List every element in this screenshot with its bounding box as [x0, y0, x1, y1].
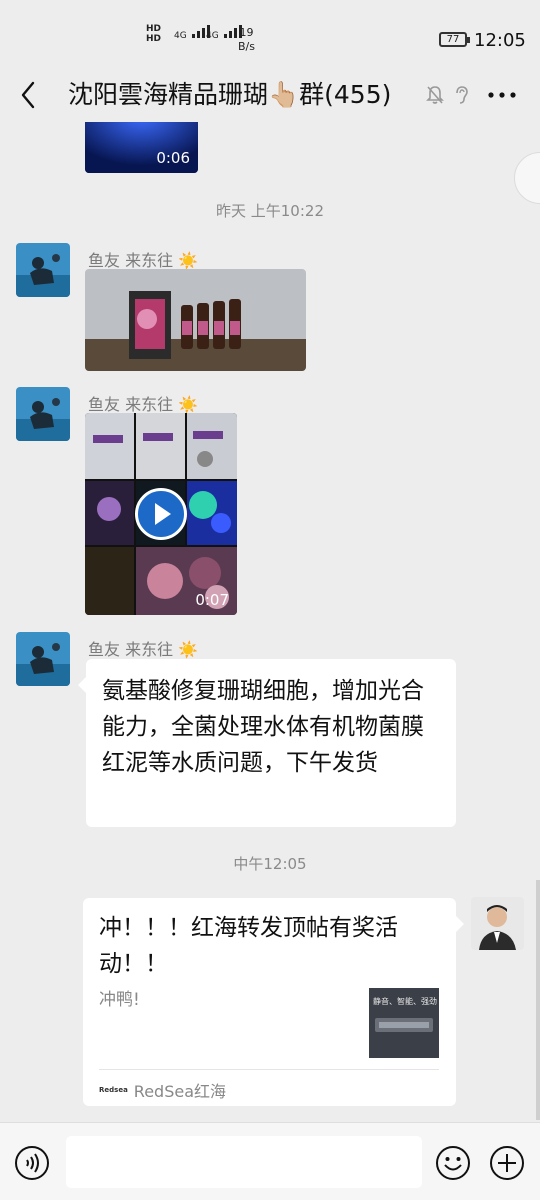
message-text: 氨基酸修复珊瑚细胞，增加光合能力，全菌处理水体有机物菌膜红泥等水质问题，下午发货: [102, 678, 424, 776]
timestamp: 昨天 上午10:22: [216, 202, 324, 220]
network-speed: 19 B/s: [238, 26, 255, 53]
sender-name: 鱼友 来东往 ☀️: [88, 251, 199, 270]
play-icon[interactable]: [135, 488, 187, 540]
image-message[interactable]: [85, 269, 306, 371]
input-bar: [0, 1122, 540, 1200]
redsea-logo-icon: Redsea: [99, 1086, 128, 1094]
link-card-message[interactable]: 冲！！！红海转发顶帖有奖活动！！ 冲鸭! 静音、智能、强劲 Redsea Red…: [83, 898, 464, 1106]
emoji-icon[interactable]: [435, 1145, 471, 1181]
status-bar: HD HD 4G 4G 19 B/s 77 12:05: [0, 0, 540, 70]
link-card-title: 冲！！！红海转发顶帖有奖活动！！: [99, 915, 398, 977]
network-indicator-1: HD HD: [146, 24, 162, 44]
battery-icon: 77: [439, 32, 470, 47]
clock: 12:05: [474, 30, 526, 51]
scrollbar[interactable]: [536, 880, 540, 1120]
video-duration: 0:07: [195, 591, 229, 609]
message-input[interactable]: [66, 1136, 422, 1188]
plus-icon[interactable]: [489, 1145, 525, 1181]
chat-messages[interactable]: 0:06 昨天 上午10:22 鱼友 来东往 ☀️ 鱼友 来东往 ☀️ 0:07…: [0, 122, 540, 1122]
avatar[interactable]: [16, 632, 70, 686]
timestamp: 中午12:05: [233, 855, 307, 873]
video-message[interactable]: 0:06: [85, 122, 198, 173]
text-message-bubble[interactable]: 氨基酸修复珊瑚细胞，增加光合能力，全菌处理水体有机物菌膜红泥等水质问题，下午发货: [78, 659, 456, 827]
link-card-description: 冲鸭!: [99, 990, 140, 1010]
video-message[interactable]: 0:07: [85, 413, 237, 615]
link-card-divider: [99, 1069, 439, 1070]
avatar[interactable]: [16, 387, 70, 441]
link-card-source: Redsea RedSea红海: [99, 1082, 227, 1101]
chat-title: 沈阳雲海精品珊瑚👆🏼群(455): [68, 80, 392, 109]
sender-name: 鱼友 来东往 ☀️: [88, 395, 199, 414]
link-card-thumbnail: 静音、智能、强劲: [369, 988, 439, 1058]
more-icon[interactable]: [486, 82, 518, 108]
video-duration: 0:06: [156, 149, 190, 167]
ear-icon: [452, 84, 472, 106]
voice-icon[interactable]: [14, 1145, 50, 1181]
avatar[interactable]: [16, 243, 70, 297]
mute-bell-icon: [425, 84, 445, 106]
chat-header: 沈阳雲海精品珊瑚👆🏼群(455): [0, 70, 540, 122]
back-arrow-icon[interactable]: [16, 78, 42, 112]
signal-icon-2: 4G: [206, 24, 242, 41]
signal-icon-1: 4G: [174, 24, 210, 41]
sender-name: 鱼友 来东往 ☀️: [88, 640, 199, 659]
avatar[interactable]: [471, 897, 524, 950]
